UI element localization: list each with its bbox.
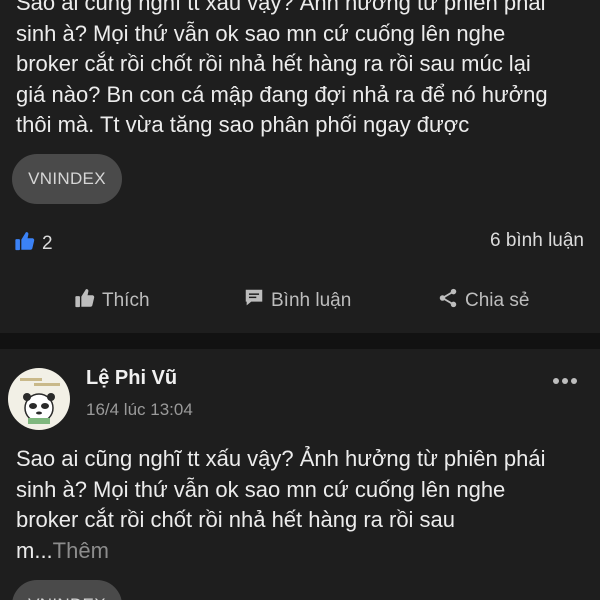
like-button[interactable]: Thích xyxy=(74,287,150,315)
post-text: Sao ai cũng nghĩ tt xấu vậy? Ảnh hưởng t… xyxy=(16,0,548,137)
post-timestamp: 16/4 lúc 13:04 xyxy=(86,400,193,419)
feed-screen: Sao ai cũng nghĩ tt xấu vậy? Ảnh hưởng t… xyxy=(0,0,600,600)
tag-chip[interactable]: VNINDEX xyxy=(12,154,122,204)
post-card: Lệ Phi Vũ 16/4 lúc 13:04 Sao ai cũng ngh… xyxy=(0,349,600,600)
thumbs-up-icon xyxy=(14,230,36,258)
post-actions: Thích Bình luận Chia sẻ xyxy=(0,287,600,323)
avatar[interactable] xyxy=(8,368,70,430)
comment-count[interactable]: 6 bình luận xyxy=(490,230,584,252)
thumbs-up-icon xyxy=(74,287,96,315)
share-icon xyxy=(437,287,459,315)
author-name[interactable]: Lệ Phi Vũ xyxy=(86,367,177,390)
tag-chip[interactable]: VNINDEX xyxy=(12,580,122,600)
like-count: 2 xyxy=(42,233,53,254)
post-text: Sao ai cũng nghĩ tt xấu vậy? Ảnh hưởng t… xyxy=(16,444,588,566)
comment-button-label: Bình luận xyxy=(271,290,352,311)
see-more-link[interactable]: Thêm xyxy=(53,538,109,563)
comment-button[interactable]: Bình luận xyxy=(243,287,351,315)
post-stats: 2 6 bình luận xyxy=(14,230,584,258)
share-button[interactable]: Chia sẻ xyxy=(437,287,529,315)
share-button-label: Chia sẻ xyxy=(465,290,530,311)
like-summary[interactable]: 2 xyxy=(14,230,53,258)
speech-bubble-icon xyxy=(243,287,265,315)
more-dots-icon[interactable] xyxy=(552,373,578,384)
post-card: Sao ai cũng nghĩ tt xấu vậy? Ảnh hưởng t… xyxy=(0,0,600,333)
like-button-label: Thích xyxy=(102,290,150,311)
